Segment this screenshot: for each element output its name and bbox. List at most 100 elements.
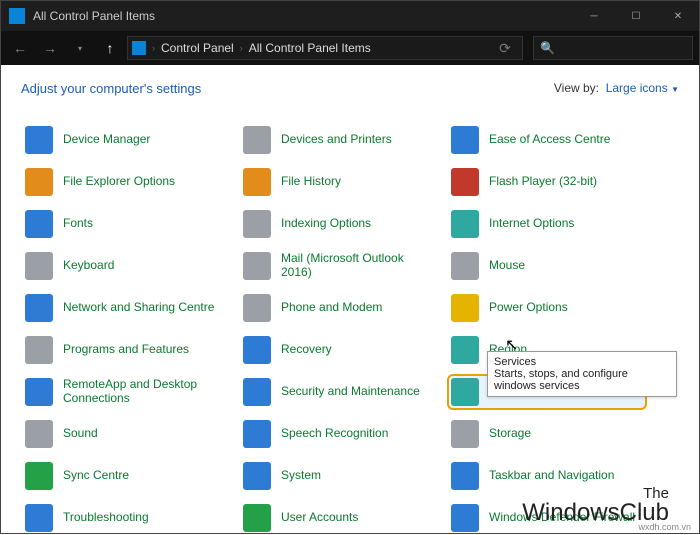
sound-icon [25,420,53,448]
cpl-item-network-and-sharing-centre[interactable]: Network and Sharing Centre [21,290,231,326]
programs-features-icon [25,336,53,364]
cpl-item-security-and-maintenance[interactable]: Security and Maintenance [239,374,439,410]
item-label: Device Manager [63,133,150,147]
refresh-button[interactable]: ⟳ [492,35,518,61]
content-area: Adjust your computer's settings View by:… [1,65,699,535]
chevron-right-icon: › [238,43,245,53]
cpl-item-devices-and-printers[interactable]: Devices and Printers [239,122,439,158]
item-label: Keyboard [63,259,114,273]
breadcrumb[interactable]: All Control Panel Items [249,41,371,55]
view-by-value[interactable]: Large icons [606,81,668,95]
file-explorer-options-icon [25,168,53,196]
nav-toolbar: ← → ▾ ↑ › Control Panel › All Control Pa… [1,31,699,65]
search-input[interactable]: 🔍 [533,36,693,60]
cpl-item-mouse[interactable]: Mouse [447,248,647,284]
item-label: File History [281,175,341,189]
cpl-item-programs-and-features[interactable]: Programs and Features [21,332,231,368]
item-label: Troubleshooting [63,511,149,525]
cpl-item-internet-options[interactable]: Internet Options [447,206,647,242]
item-label: User Accounts [281,511,358,525]
item-label: Ease of Access Centre [489,133,610,147]
chevron-down-icon: ▼ [671,85,679,94]
flash-player-icon [451,168,479,196]
window-title: All Control Panel Items [33,9,155,23]
back-button[interactable]: ← [7,35,33,61]
item-label: Sync Centre [63,469,129,483]
cpl-item-sync-centre[interactable]: Sync Centre [21,458,231,494]
troubleshooting-icon [25,504,53,532]
item-label: Mouse [489,259,525,273]
close-button[interactable]: ✕ [657,1,699,31]
address-bar[interactable]: › Control Panel › All Control Panel Item… [127,36,523,60]
item-label: Network and Sharing Centre [63,301,214,315]
search-icon: 🔍 [540,41,555,55]
cpl-item-phone-and-modem[interactable]: Phone and Modem [239,290,439,326]
tooltip: Services Starts, stops, and configure wi… [487,351,677,397]
cpl-item-device-manager[interactable]: Device Manager [21,122,231,158]
item-label: Speech Recognition [281,427,388,441]
cpl-item-user-accounts[interactable]: User Accounts [239,500,439,535]
item-label: Mail (Microsoft Outlook 2016) [281,252,435,280]
view-by-control[interactable]: View by: Large icons ▼ [554,81,679,95]
cursor-icon: ↖ [505,335,518,355]
network-sharing-icon [25,294,53,322]
cpl-item-troubleshooting[interactable]: Troubleshooting [21,500,231,535]
cpl-item-flash-player-32-bit[interactable]: Flash Player (32-bit) [447,164,647,200]
cpl-item-remoteapp-and-desktop-connections[interactable]: RemoteApp and Desktop Connections [21,374,231,410]
breadcrumb[interactable]: Control Panel [161,41,234,55]
item-label: Devices and Printers [281,133,392,147]
speech-icon [243,420,271,448]
chevron-right-icon: › [150,43,157,53]
control-panel-icon [9,8,25,24]
item-label: System [281,469,321,483]
recent-dropdown[interactable]: ▾ [67,35,93,61]
cpl-item-system[interactable]: System [239,458,439,494]
item-label: Power Options [489,301,568,315]
user-accounts-icon [243,504,271,532]
titlebar: All Control Panel Items ─ ☐ ✕ [1,1,699,31]
item-label: Taskbar and Navigation [489,469,614,483]
item-label: Programs and Features [63,343,189,357]
cpl-item-power-options[interactable]: Power Options [447,290,647,326]
view-by-label: View by: [554,81,599,95]
devices-printers-icon [243,126,271,154]
power-options-icon [451,294,479,322]
cpl-item-mail-microsoft-outlook-2016[interactable]: Mail (Microsoft Outlook 2016) [239,248,439,284]
up-button[interactable]: ↑ [97,35,123,61]
system-icon [243,462,271,490]
minimize-button[interactable]: ─ [573,1,615,31]
cpl-item-ease-of-access-centre[interactable]: Ease of Access Centre [447,122,647,158]
ease-of-access-icon [451,126,479,154]
storage-icon [451,420,479,448]
forward-button[interactable]: → [37,35,63,61]
tooltip-body: Starts, stops, and configure windows ser… [494,368,628,392]
item-label: Flash Player (32-bit) [489,175,597,189]
indexing-options-icon [243,210,271,238]
item-label: Indexing Options [281,217,371,231]
recovery-icon [243,336,271,364]
cpl-item-storage[interactable]: Storage [447,416,647,452]
cpl-item-indexing-options[interactable]: Indexing Options [239,206,439,242]
item-label: RemoteApp and Desktop Connections [63,378,227,406]
cpl-item-file-explorer-options[interactable]: File Explorer Options [21,164,231,200]
cpl-item-fonts[interactable]: Fonts [21,206,231,242]
item-label: File Explorer Options [63,175,175,189]
watermark: The WindowsClub [522,486,669,525]
cpl-item-recovery[interactable]: Recovery [239,332,439,368]
cpl-item-file-history[interactable]: File History [239,164,439,200]
cpl-item-sound[interactable]: Sound [21,416,231,452]
cpl-item-speech-recognition[interactable]: Speech Recognition [239,416,439,452]
source-caption: wxdh.com.vn [636,521,693,533]
item-label: Phone and Modem [281,301,382,315]
keyboard-icon [25,252,53,280]
internet-options-icon [451,210,479,238]
phone-modem-icon [243,294,271,322]
item-label: Storage [489,427,531,441]
item-label: Recovery [281,343,332,357]
items-grid: Device Manager Devices and Printers Ease o… [21,122,691,535]
fonts-icon [25,210,53,238]
security-maintenance-icon [243,378,271,406]
cpl-item-keyboard[interactable]: Keyboard [21,248,231,284]
sync-centre-icon [25,462,53,490]
maximize-button[interactable]: ☐ [615,1,657,31]
